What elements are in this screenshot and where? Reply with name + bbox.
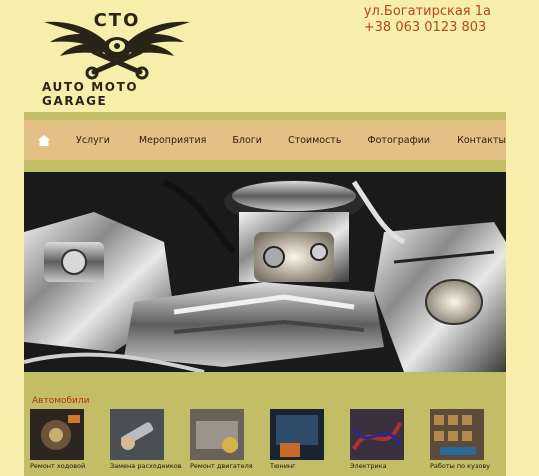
nav-item-prices[interactable]: Стоимость [288, 135, 342, 146]
services-thumbnails: Ремонт ходовой Замена расходников Ремонт… [30, 409, 502, 476]
service-caption: Ремонт двигателя [190, 462, 253, 470]
nav-item-events[interactable]: Мероприятия [139, 135, 206, 146]
service-card-suspension[interactable]: Ремонт ходовой [30, 409, 86, 470]
service-caption: Работы по кузову [430, 462, 491, 470]
bodywork-thumb-image [430, 409, 484, 460]
nav-home-button[interactable] [24, 120, 64, 160]
electrics-thumb-image [350, 409, 404, 460]
contact-block: ул.Богатирская 1а +38 063 0123 803 [364, 4, 491, 36]
service-caption: Замена расходников [110, 462, 182, 470]
service-card-engine[interactable]: Ремонт двигателя [190, 409, 253, 470]
logo-top-text: СТО [93, 10, 141, 31]
service-caption: Тюнинг [270, 462, 296, 470]
address-text: ул.Богатирская 1а [363, 4, 491, 19]
nav-item-photos[interactable]: Фотографии [367, 135, 430, 146]
suspension-thumb-image [30, 409, 84, 460]
service-caption: Электрика [350, 462, 387, 470]
site-logo[interactable]: СТО AUTO MOTO GARAGE [42, 8, 192, 108]
section-title-cars: Автомобили [32, 396, 90, 406]
engine-thumb-image [190, 409, 244, 460]
tuning-thumb-image [270, 409, 324, 460]
nav-item-services[interactable]: Услуги [76, 135, 110, 146]
consumables-thumb-image [110, 409, 164, 460]
service-card-bodywork[interactable]: Работы по кузову [430, 409, 491, 470]
nav-item-blogs[interactable]: Блоги [232, 135, 262, 146]
service-caption: Ремонт ходовой [30, 462, 86, 470]
logo-brand-text: AUTO MOTO GARAGE [42, 80, 139, 108]
hero-engine-image [24, 172, 506, 372]
service-card-tuning[interactable]: Тюнинг [270, 409, 324, 470]
phone-text[interactable]: +38 063 0123 803 [364, 20, 491, 36]
service-card-consumables[interactable]: Замена расходников [110, 409, 182, 470]
service-card-electrics[interactable]: Электрика [350, 409, 404, 470]
main-panel: Услуги Мероприятия Блоги Стоимость Фотог… [24, 112, 506, 476]
nav-item-contacts[interactable]: Контакты [457, 135, 506, 146]
home-icon [38, 134, 51, 146]
main-nav: Услуги Мероприятия Блоги Стоимость Фотог… [24, 120, 506, 160]
